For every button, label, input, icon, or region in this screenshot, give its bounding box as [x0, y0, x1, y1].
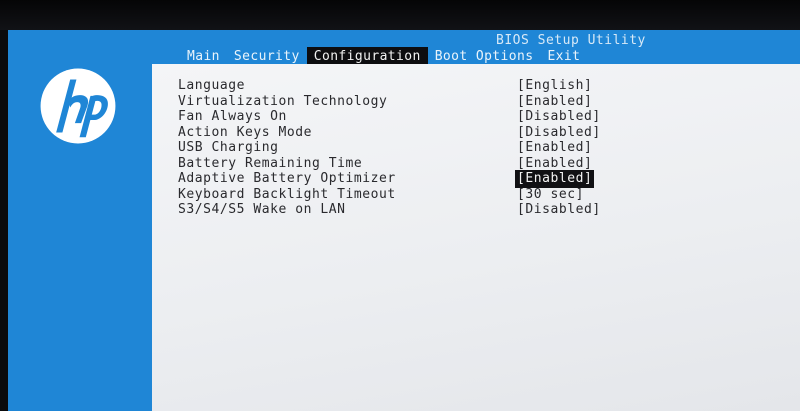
setting-value-selected[interactable]: [Enabled]	[514, 170, 595, 188]
menu-tab-configuration[interactable]: Configuration	[306, 47, 428, 65]
screen-bezel	[0, 0, 800, 30]
menu-tab-main[interactable]: Main	[180, 47, 227, 65]
setting-label: S3/S4/S5 Wake on LAN	[178, 202, 346, 217]
setting-row-action-keys-mode[interactable]: Action Keys Mode [Disabled]	[178, 125, 778, 141]
settings-list: Language [English] Virtualization Techno…	[178, 78, 778, 218]
setting-label: Language	[178, 78, 246, 93]
setting-row-fan-always-on[interactable]: Fan Always On [Disabled]	[178, 109, 778, 125]
menu-tab-security[interactable]: Security	[227, 47, 307, 65]
menu-tab-exit[interactable]: Exit	[540, 47, 587, 65]
setting-row-battery-remaining-time[interactable]: Battery Remaining Time [Enabled]	[178, 156, 778, 172]
setting-value[interactable]: [30 sec]	[516, 187, 585, 203]
setting-value[interactable]: [Disabled]	[516, 109, 602, 125]
setting-row-usb-charging[interactable]: USB Charging [Enabled]	[178, 140, 778, 156]
menu-tab-boot-options[interactable]: Boot Options	[428, 47, 541, 65]
setting-label: USB Charging	[178, 140, 279, 155]
setting-value[interactable]: [Disabled]	[516, 202, 602, 218]
setting-row-keyboard-backlight-timeout[interactable]: Keyboard Backlight Timeout [30 sec]	[178, 187, 778, 203]
hp-logo-icon	[39, 67, 117, 145]
setting-label: Action Keys Mode	[178, 124, 313, 140]
menu-bar: Main Security Configuration Boot Options…	[180, 47, 587, 65]
setting-row-adaptive-battery-optimizer[interactable]: Adaptive Battery Optimizer [Enabled]	[178, 170, 778, 188]
setting-label: Virtualization Technology	[178, 93, 388, 109]
setting-label: Battery Remaining Time	[178, 155, 363, 171]
setting-value[interactable]: [Enabled]	[516, 140, 593, 156]
configuration-panel: Language [English] Virtualization Techno…	[152, 64, 800, 411]
setting-value[interactable]: [Enabled]	[516, 156, 593, 172]
setting-value[interactable]: [Enabled]	[516, 94, 593, 110]
setting-label: Keyboard Backlight Timeout	[178, 186, 396, 202]
bios-setup-window: BIOS Setup Utility Main Security Configu…	[8, 30, 800, 411]
setting-row-virtualization-technology[interactable]: Virtualization Technology [Enabled]	[178, 94, 778, 110]
setting-value[interactable]: [English]	[516, 78, 593, 94]
setting-row-wake-on-lan[interactable]: S3/S4/S5 Wake on LAN [Disabled]	[178, 202, 778, 218]
window-title: BIOS Setup Utility	[496, 33, 646, 48]
setting-label: Fan Always On	[178, 109, 287, 124]
setting-value[interactable]: [Disabled]	[516, 125, 602, 141]
setting-row-language[interactable]: Language [English]	[178, 78, 778, 94]
setting-label: Adaptive Battery Optimizer	[178, 171, 396, 186]
